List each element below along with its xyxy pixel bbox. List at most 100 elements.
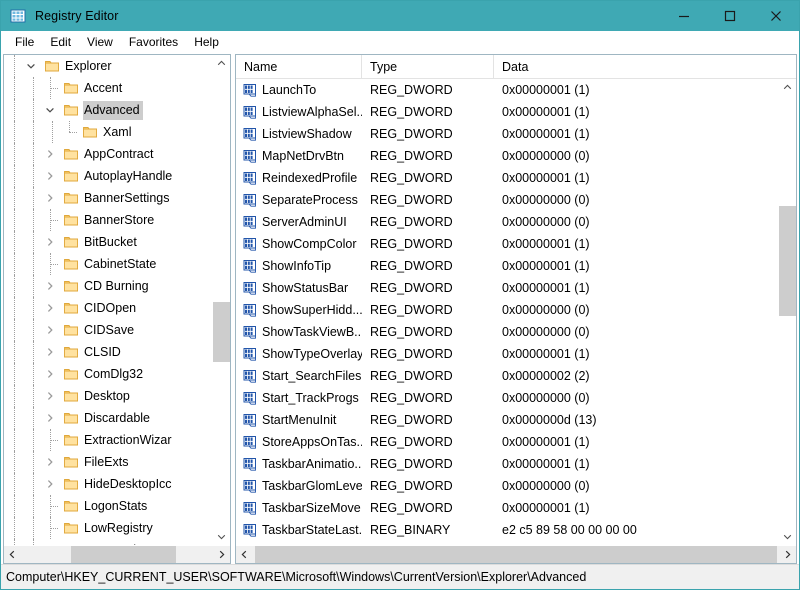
table-row[interactable]: ShowStatusBar REG_DWORD 0x00000001 (1)	[236, 277, 779, 299]
table-row[interactable]: MapNetDrvBtn REG_DWORD 0x00000000 (0)	[236, 145, 779, 167]
tree-connector-stub	[58, 319, 63, 341]
tree-node-accent[interactable]: Accent	[4, 77, 213, 99]
tree-scroll-right-button[interactable]	[213, 546, 230, 563]
table-row[interactable]: ListviewAlphaSel... REG_DWORD 0x00000001 (…	[236, 101, 779, 123]
table-row[interactable]: ListviewShadow REG_DWORD 0x00000001 (1)	[236, 123, 779, 145]
list-scroll-right-button[interactable]	[779, 546, 796, 563]
list-scroll-left-button[interactable]	[236, 546, 253, 563]
tree-node-comdlg32[interactable]: ComDlg32	[4, 363, 213, 385]
tree-node-logonstats[interactable]: LogonStats	[4, 495, 213, 517]
tree-node-clsid[interactable]: CLSID	[4, 341, 213, 363]
menu-item-view[interactable]: View	[79, 32, 121, 53]
tree-scroll-left-button[interactable]	[4, 546, 21, 563]
table-row[interactable]: ReindexedProfile REG_DWORD 0x00000001 (1)	[236, 167, 779, 189]
chevron-right-icon[interactable]	[42, 385, 58, 407]
maximize-button[interactable]	[707, 1, 753, 31]
list-vertical-scrollbar[interactable]	[778, 79, 796, 545]
tree-hscroll-track[interactable]	[21, 546, 213, 563]
table-row[interactable]: Start_SearchFiles REG_DWORD 0x00000002 (2)	[236, 365, 779, 387]
tree-node-lowregistry[interactable]: LowRegistry	[4, 517, 213, 539]
table-row[interactable]: ShowTaskViewB... REG_DWORD 0x00000000 (0)	[236, 321, 779, 343]
chevron-right-icon[interactable]	[42, 187, 58, 209]
chevron-right-icon[interactable]	[42, 451, 58, 473]
table-row[interactable]: TaskbarSizeMove REG_DWORD 0x00000001 (1)	[236, 497, 779, 519]
list-scroll-up-button[interactable]	[779, 79, 796, 96]
tree-indent-guide	[4, 121, 23, 143]
tree-node-menuorder[interactable]: MenuOrder	[4, 539, 213, 545]
chevron-right-icon[interactable]	[42, 143, 58, 165]
tree-node-appcontract[interactable]: AppContract	[4, 143, 213, 165]
tree-node-hidedesktopicc[interactable]: HideDesktopIcc	[4, 473, 213, 495]
tree-scroll-down-button[interactable]	[213, 528, 230, 545]
table-row[interactable]: SeparateProcess REG_DWORD 0x00000000 (0)	[236, 189, 779, 211]
list-hscroll-track[interactable]	[253, 546, 779, 563]
chevron-right-icon[interactable]	[42, 297, 58, 319]
menu-item-favorites[interactable]: Favorites	[121, 32, 186, 53]
table-row[interactable]: WebViewREG_DWORD0x00000001 (1)	[236, 541, 779, 545]
close-button[interactable]	[753, 1, 799, 31]
column-header-name[interactable]: Name	[236, 55, 362, 78]
minimize-button[interactable]	[661, 1, 707, 31]
table-row[interactable]: TaskbarStateLast... REG_BINARY e2 c5 89 58…	[236, 519, 779, 541]
tree-node-fileexts[interactable]: FileExts	[4, 451, 213, 473]
tree-scroll-thumb[interactable]	[213, 302, 230, 362]
tree-node-extractionwizar[interactable]: ExtractionWizar	[4, 429, 213, 451]
tree-node-cidsave[interactable]: CIDSave	[4, 319, 213, 341]
tree-node-bannerstore[interactable]: BannerStore	[4, 209, 213, 231]
table-row[interactable]: ShowInfoTip REG_DWORD 0x00000001 (1)	[236, 255, 779, 277]
tree-node-desktop[interactable]: Desktop	[4, 385, 213, 407]
tree-node-autoplayhandle[interactable]: AutoplayHandle	[4, 165, 213, 187]
chevron-right-icon[interactable]	[42, 473, 58, 495]
tree-horizontal-scrollbar[interactable]	[4, 545, 230, 563]
chevron-down-icon[interactable]	[42, 99, 58, 121]
registry-tree[interactable]: Explorer Accent Advanced Xaml AppContract Aut…	[4, 55, 213, 545]
menu-item-help[interactable]: Help	[186, 32, 227, 53]
table-row[interactable]: ShowTypeOverlay REG_DWORD 0x00000001 (1)	[236, 343, 779, 365]
tree-node-bitbucket[interactable]: BitBucket	[4, 231, 213, 253]
table-row[interactable]: ServerAdminUI REG_DWORD 0x00000000 (0)	[236, 211, 779, 233]
tree-node-bannersettings[interactable]: BannerSettings	[4, 187, 213, 209]
tree-node-cabinetstate[interactable]: CabinetState	[4, 253, 213, 275]
chevron-right-icon[interactable]	[42, 165, 58, 187]
chevron-right-icon[interactable]	[42, 539, 58, 545]
tree-node-cidopen[interactable]: CIDOpen	[4, 297, 213, 319]
tree-hscroll-thumb[interactable]	[71, 546, 176, 563]
list-hscroll-thumb[interactable]	[255, 546, 777, 563]
list-horizontal-scrollbar[interactable]	[236, 545, 796, 563]
tree-node-xaml[interactable]: Xaml	[4, 121, 213, 143]
tree-vertical-scrollbar[interactable]	[212, 55, 230, 545]
list-scroll-down-button[interactable]	[779, 528, 796, 545]
chevron-right-icon[interactable]	[42, 341, 58, 363]
value-data-cell: 0x0000000d (13)	[502, 413, 597, 427]
registry-values-list[interactable]: LaunchTo REG_DWORD 0x00000001 (1) ListviewA…	[236, 79, 779, 545]
minimize-icon	[679, 15, 689, 18]
table-row[interactable]: LaunchTo REG_DWORD 0x00000001 (1)	[236, 79, 779, 101]
tree-indent-guide	[23, 121, 42, 143]
chevron-right-icon[interactable]	[42, 363, 58, 385]
tree-node-discardable[interactable]: Discardable	[4, 407, 213, 429]
chevron-down-icon[interactable]	[23, 55, 39, 77]
table-row[interactable]: StoreAppsOnTas... REG_DWORD 0x00000001 (1)	[236, 431, 779, 453]
list-scroll-track[interactable]	[779, 96, 796, 528]
chevron-right-icon[interactable]	[42, 275, 58, 297]
table-row[interactable]: TaskbarAnimatio... REG_DWORD 0x00000001 (1…	[236, 453, 779, 475]
table-row[interactable]: Start_TrackProgs REG_DWORD 0x00000000 (0)	[236, 387, 779, 409]
list-scroll-thumb[interactable]	[779, 206, 796, 316]
table-row[interactable]: ShowSuperHidd... REG_DWORD 0x00000000 (0)	[236, 299, 779, 321]
column-header-type[interactable]: Type	[362, 55, 494, 78]
tree-scroll-track[interactable]	[213, 72, 230, 528]
menu-item-edit[interactable]: Edit	[42, 32, 79, 53]
tree-scroll-up-button[interactable]	[213, 55, 230, 72]
column-header-data[interactable]: Data	[494, 55, 796, 78]
tree-connector-stub	[58, 77, 63, 99]
table-row[interactable]: TaskbarGlomLevel REG_DWORD 0x00000000 (0)	[236, 475, 779, 497]
menu-item-file[interactable]: File	[7, 32, 42, 53]
chevron-right-icon[interactable]	[42, 407, 58, 429]
table-row[interactable]: ShowCompColor REG_DWORD 0x00000001 (1)	[236, 233, 779, 255]
tree-node-cd-burning[interactable]: CD Burning	[4, 275, 213, 297]
tree-node-advanced[interactable]: Advanced	[4, 99, 213, 121]
chevron-right-icon[interactable]	[42, 231, 58, 253]
chevron-right-icon[interactable]	[42, 319, 58, 341]
table-row[interactable]: StartMenuInit REG_DWORD 0x0000000d (13)	[236, 409, 779, 431]
tree-node-explorer[interactable]: Explorer	[4, 55, 213, 77]
